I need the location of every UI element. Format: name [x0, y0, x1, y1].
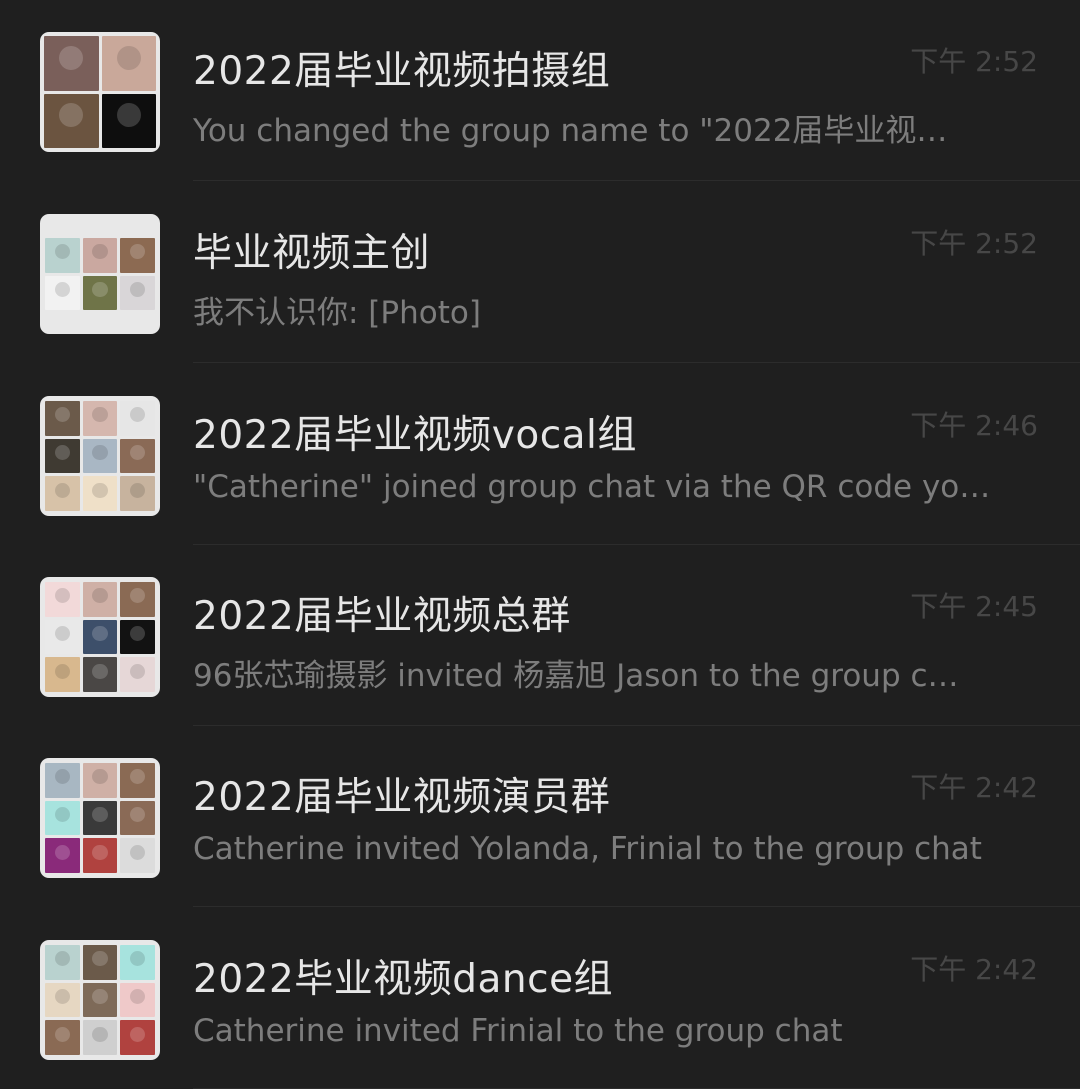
member-avatar-thumbnail: [45, 838, 80, 873]
group-avatar[interactable]: [40, 758, 160, 878]
member-avatar-thumbnail: [44, 36, 99, 91]
chat-title: 2022届毕业视频拍摄组: [193, 49, 611, 94]
member-avatar-thumbnail: [120, 619, 155, 655]
member-avatar-thumbnail: [82, 438, 118, 474]
row-divider: [193, 180, 1080, 181]
member-avatar-thumbnail: [120, 1020, 155, 1055]
member-avatar-thumbnail: [45, 763, 80, 798]
member-avatar-thumbnail: [120, 438, 155, 474]
last-message-preview: Catherine invited Frinial to the group c…: [193, 1013, 843, 1049]
last-message-preview: Catherine invited Yolanda, Frinial to th…: [193, 831, 982, 867]
member-avatar-thumbnail: [44, 93, 99, 148]
chat-title: 2022届毕业视频vocal组: [193, 413, 637, 458]
member-avatar-thumbnail: [120, 982, 155, 1018]
member-avatar-thumbnail: [120, 275, 155, 310]
member-avatar-thumbnail: [45, 657, 80, 692]
message-timestamp: 下午 2:46: [910, 409, 1038, 442]
chat-list: 2022届毕业视频拍摄组 You changed the group name t…: [0, 0, 1080, 1089]
member-avatar-thumbnail: [120, 238, 155, 273]
member-avatar-thumbnail: [82, 763, 118, 798]
group-avatar[interactable]: [40, 577, 160, 697]
member-avatar-thumbnail: [45, 238, 80, 273]
member-avatar-thumbnail: [82, 401, 118, 436]
chat-list-item[interactable]: 2022届毕业视频拍摄组 You changed the group name t…: [0, 0, 1080, 181]
chat-title: 毕业视频主创: [193, 231, 431, 276]
member-avatar-thumbnail: [120, 763, 155, 798]
member-avatar-thumbnail: [82, 1020, 118, 1055]
chat-title: 2022届毕业视频演员群: [193, 775, 611, 820]
row-divider: [193, 362, 1080, 363]
group-avatar[interactable]: [40, 940, 160, 1060]
member-avatar-thumbnail: [45, 982, 80, 1018]
member-avatar-thumbnail: [82, 657, 118, 692]
last-message-preview: 我不认识你: [Photo]: [193, 295, 481, 331]
member-avatar-thumbnail: [82, 800, 118, 836]
member-avatar-thumbnail: [45, 1020, 80, 1055]
message-timestamp: 下午 2:42: [910, 771, 1038, 804]
row-divider: [193, 906, 1080, 907]
member-avatar-thumbnail: [82, 476, 118, 511]
chat-title: 2022届毕业视频总群: [193, 594, 571, 639]
chat-list-item[interactable]: 毕业视频主创我不认识你: [Photo] 下午 2:52: [0, 182, 1080, 363]
member-avatar-thumbnail: [120, 945, 155, 980]
last-message-preview: "Catherine" joined group chat via the QR…: [193, 469, 991, 505]
chat-title: 2022毕业视频dance组: [193, 957, 614, 1002]
member-avatar-thumbnail: [101, 93, 156, 148]
member-avatar-thumbnail: [101, 36, 156, 91]
last-message-preview: 96张芯瑜摄影 invited 杨嘉旭 Jason to the group c…: [193, 658, 959, 694]
chat-list-item[interactable]: 2022届毕业视频vocal组 "Catherine" joined group …: [0, 364, 1080, 545]
member-avatar-thumbnail: [45, 438, 80, 474]
member-avatar-thumbnail: [45, 619, 80, 655]
chat-list-item[interactable]: 2022届毕业视频演员群 Catherine invited Yolanda, F…: [0, 726, 1080, 907]
message-timestamp: 下午 2:45: [910, 590, 1038, 623]
member-avatar-thumbnail: [120, 838, 155, 873]
member-avatar-thumbnail: [45, 800, 80, 836]
last-message-preview: You changed the group name to "2022届毕业视…: [193, 113, 948, 149]
member-avatar-thumbnail: [45, 582, 80, 617]
chat-list-item[interactable]: 2022毕业视频dance组 Catherine invited Frinial …: [0, 908, 1080, 1089]
member-avatar-thumbnail: [45, 275, 80, 310]
message-timestamp: 下午 2:42: [910, 953, 1038, 986]
member-avatar-thumbnail: [120, 476, 155, 511]
member-avatar-thumbnail: [120, 582, 155, 617]
member-avatar-thumbnail: [82, 238, 118, 273]
group-avatar[interactable]: [40, 214, 160, 334]
member-avatar-thumbnail: [120, 800, 155, 836]
chat-list-item[interactable]: 2022届毕业视频总群 96张芯瑜摄影 invited 杨嘉旭 Jason to …: [0, 545, 1080, 726]
member-avatar-thumbnail: [82, 275, 118, 310]
message-timestamp: 下午 2:52: [910, 227, 1038, 260]
member-avatar-thumbnail: [82, 582, 118, 617]
group-avatar[interactable]: [40, 396, 160, 516]
group-avatar[interactable]: [40, 32, 160, 152]
member-avatar-thumbnail: [82, 982, 118, 1018]
member-avatar-thumbnail: [45, 945, 80, 980]
member-avatar-thumbnail: [45, 401, 80, 436]
member-avatar-thumbnail: [82, 838, 118, 873]
member-avatar-thumbnail: [120, 401, 155, 436]
member-avatar-thumbnail: [45, 476, 80, 511]
message-timestamp: 下午 2:52: [910, 45, 1038, 78]
member-avatar-thumbnail: [82, 619, 118, 655]
member-avatar-thumbnail: [120, 657, 155, 692]
member-avatar-thumbnail: [82, 945, 118, 980]
